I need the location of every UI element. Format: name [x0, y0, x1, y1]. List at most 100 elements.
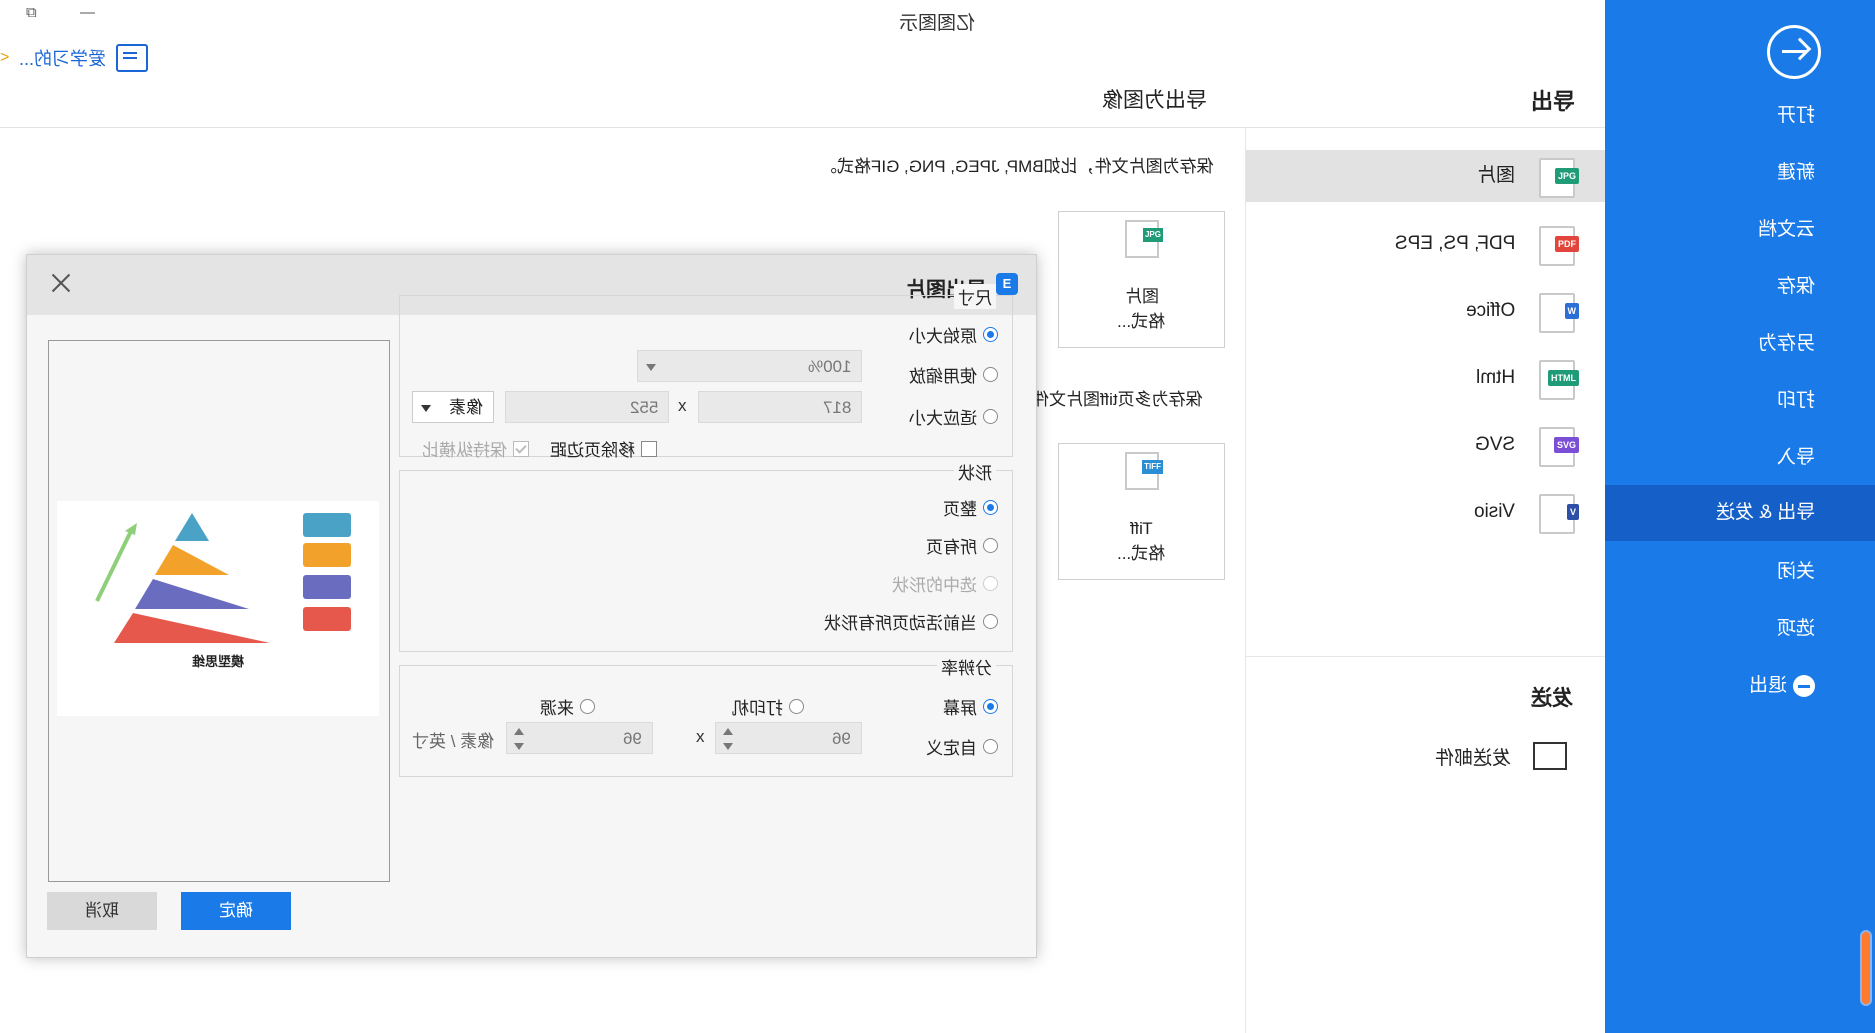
sidebar-item-close[interactable]: 关闭 — [1605, 544, 1815, 600]
radio-all-pages[interactable]: 所有页 — [926, 533, 998, 558]
width-input[interactable]: 817 — [698, 391, 862, 423]
close-icon[interactable] — [47, 269, 75, 297]
format-item-visio[interactable]: V Visio — [1246, 486, 1605, 538]
card-label: 图片 — [1124, 287, 1159, 306]
app-logo-icon: E — [996, 273, 1018, 295]
spinner-arrows-icon[interactable] — [513, 723, 525, 755]
height-input[interactable]: 552 — [505, 391, 669, 423]
word-file-icon: W — [1539, 293, 1579, 333]
restore-icon[interactable]: ⧉ — [26, 4, 37, 21]
radio-current-active-page[interactable]: 当前活动页所有形状 — [824, 609, 998, 634]
pdf-file-icon: PDF — [1539, 226, 1579, 266]
radio-indicator — [789, 699, 804, 714]
tiff-format-card[interactable]: TIFF Tiff 格式... — [1058, 443, 1225, 580]
sidebar-item-open[interactable]: 打开 — [1605, 88, 1815, 144]
format-item-svg[interactable]: SVG SVG — [1246, 419, 1605, 471]
jpg-file-icon: JPG — [1125, 220, 1163, 258]
send-section-title: 发送 — [1531, 687, 1573, 710]
radio-source[interactable]: 来源 — [540, 694, 595, 719]
back-arrow-icon[interactable] — [1767, 25, 1821, 79]
format-label: Html — [1475, 367, 1515, 388]
send-email-item[interactable]: 发送邮件 — [1435, 742, 1568, 770]
size-group-title: 尺寸 — [954, 284, 996, 309]
page-title: 导出为图像 — [1102, 89, 1207, 112]
shape-group-title: 形状 — [954, 459, 996, 484]
unit-select[interactable]: 像素 — [412, 391, 494, 423]
radio-fit-size[interactable]: 适应大小 — [909, 404, 998, 429]
visio-file-icon: V — [1539, 494, 1579, 534]
ok-button[interactable]: 确定 — [181, 892, 291, 930]
sidebar-item-cloud[interactable]: 云文档 — [1605, 202, 1815, 258]
radio-indicator — [983, 739, 998, 754]
radio-indicator — [983, 699, 998, 714]
format-item-pdf[interactable]: PDF PDF, PS, EPS — [1246, 218, 1605, 270]
preview-diagram — [95, 513, 351, 643]
dpi-x-label: x — [696, 727, 705, 746]
checkbox-keep-ratio[interactable]: 保持纵横比 — [422, 436, 529, 461]
sidebar-item-import[interactable]: 导入 — [1605, 430, 1815, 486]
jpg-file-icon: JPG — [1539, 158, 1579, 198]
spinner-arrows-icon[interactable] — [722, 723, 734, 755]
header-divider — [0, 127, 1605, 128]
radio-indicator — [983, 327, 998, 342]
size-group: 尺寸 原始大小 使用缩放 100% 适应大小 817 x 552 像素 移除页边… — [399, 284, 1013, 460]
checkbox-indicator — [641, 440, 657, 457]
radio-custom[interactable]: 自定义 — [926, 734, 998, 759]
scale-dropdown[interactable]: 100% — [637, 350, 862, 382]
sidebar-item-exit[interactable]: 退出 — [1605, 658, 1815, 714]
resolution-group-title: 分辨率 — [937, 654, 996, 679]
radio-use-scale[interactable]: 使用缩放 — [909, 362, 998, 387]
size-x-label: x — [678, 396, 687, 415]
feedback-label: 爱学习的... — [19, 49, 107, 69]
radio-indicator — [983, 614, 998, 629]
format-item-image[interactable]: JPG 图片 — [1246, 150, 1605, 202]
sidebar-item-export-send[interactable]: 导出 & 发送 — [1605, 485, 1875, 541]
format-label: SVG — [1474, 434, 1515, 455]
dpi-y-input[interactable]: 96 — [506, 722, 653, 754]
checkbox-remove-margin[interactable]: 移除页边距 — [550, 436, 657, 461]
radio-selected-shapes[interactable]: 选中的形状 — [892, 571, 998, 596]
radio-original-size[interactable]: 原始大小 — [909, 322, 998, 347]
sidebar-item-save-as[interactable]: 另存为 — [1605, 316, 1815, 372]
radio-indicator — [983, 500, 998, 515]
sidebar-item-new[interactable]: 新建 — [1605, 145, 1815, 201]
sidebar-item-save[interactable]: 保存 — [1605, 259, 1815, 315]
image-format-card[interactable]: JPG 图片 格式... — [1058, 211, 1225, 348]
feedback-icon — [116, 44, 149, 72]
format-label: Office — [1465, 300, 1515, 321]
minimize-icon[interactable]: — — [80, 4, 95, 21]
card-label: Tiff — [1130, 519, 1153, 538]
export-image-dialog: 导出图片 E 模型思维 尺寸 原始大小 使用缩放 100% 适应大小 817 x… — [26, 254, 1037, 958]
radio-printer[interactable]: 打印机 — [732, 694, 804, 719]
section-divider — [1246, 656, 1605, 657]
radio-indicator — [983, 367, 998, 382]
radio-indicator — [580, 699, 595, 714]
tiff-file-icon: TIFF — [1125, 452, 1163, 490]
export-section-title: 导出 — [1531, 89, 1576, 114]
dpi-x-input[interactable]: 96 — [715, 722, 862, 754]
image-description: 保存为图片文件，比如BMP, JPEG, PNG, GIF格式。 — [820, 157, 1214, 176]
html-file-icon: HTML — [1539, 360, 1579, 400]
preview-pane: 模型思维 — [48, 340, 390, 882]
sidebar-item-print[interactable]: 打印 — [1605, 373, 1815, 429]
preview-caption: 模型思维 — [191, 654, 244, 669]
sidebar-item-options[interactable]: 选项 — [1605, 601, 1815, 657]
radio-indicator — [983, 538, 998, 553]
chevron-icon: < — [0, 49, 10, 66]
scrollbar-thumb[interactable] — [1860, 930, 1872, 1006]
dpi-unit-label: 像素 / 英寸 — [412, 732, 495, 751]
send-email-label: 发送邮件 — [1435, 747, 1512, 769]
mail-icon — [1533, 742, 1568, 770]
radio-screen[interactable]: 屏幕 — [943, 694, 998, 719]
feedback-link[interactable]: < 爱学习的... — [0, 44, 149, 72]
radio-indicator — [983, 576, 998, 591]
radio-indicator — [983, 409, 998, 424]
cancel-button[interactable]: 取消 — [47, 892, 157, 930]
tiff-description: 保存为多页tiff图片文件 — [1032, 390, 1203, 409]
resolution-group: 分辨率 屏幕 打印机 来源 自定义 96 x 96 像素 / 英寸 — [399, 654, 1013, 777]
radio-whole-page[interactable]: 整页 — [943, 495, 998, 520]
exit-icon — [1793, 674, 1815, 697]
svg-file-icon: SVG — [1539, 427, 1579, 467]
format-item-html[interactable]: HTML Html — [1246, 352, 1605, 404]
format-item-office[interactable]: W Office — [1246, 285, 1605, 337]
